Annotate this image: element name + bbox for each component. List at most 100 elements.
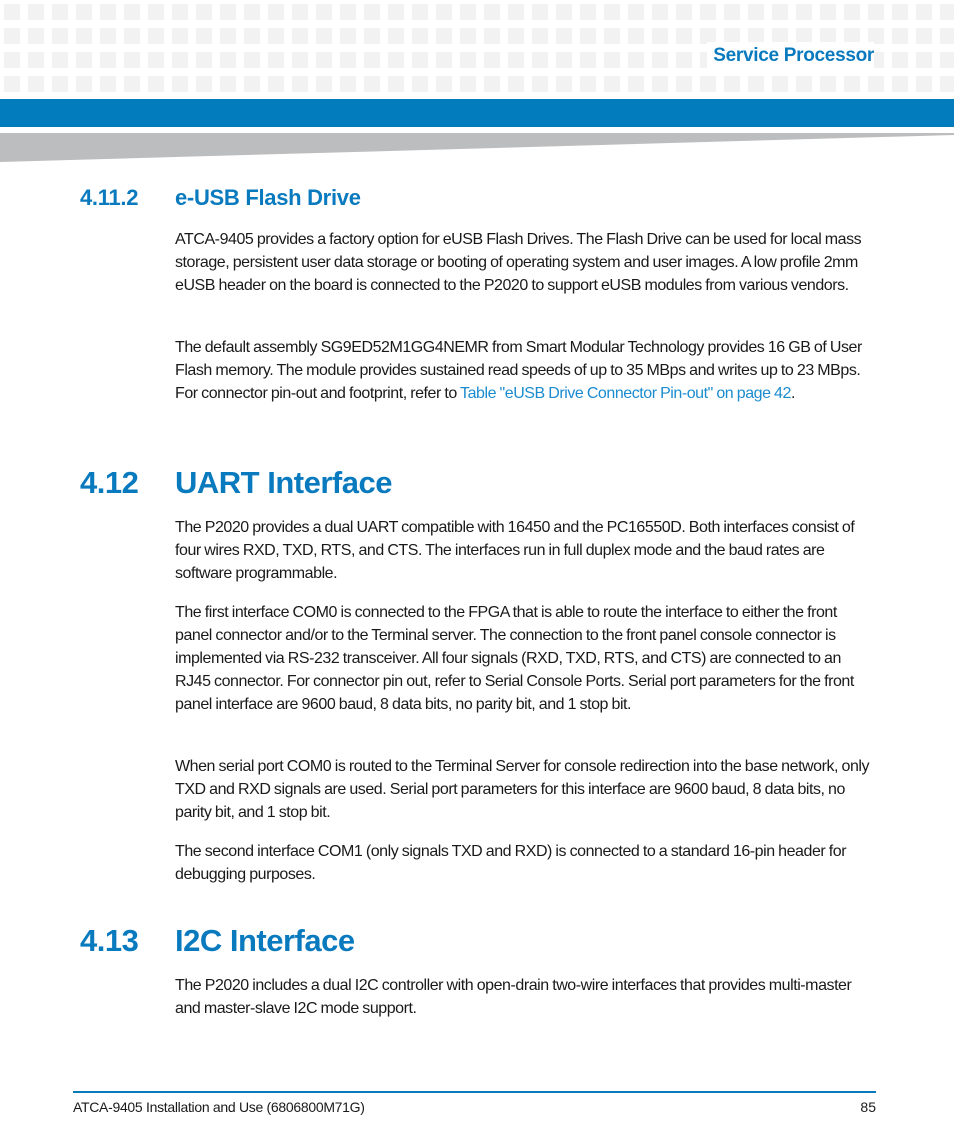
cross-reference-link[interactable]: Table "eUSB Drive Connector Pin-out" on …	[460, 385, 791, 402]
header-pattern-square	[916, 76, 932, 92]
header-pattern-square	[652, 76, 668, 92]
header-pattern-square	[916, 4, 932, 20]
header-pattern-square	[820, 76, 836, 92]
header-pattern-square	[124, 4, 140, 20]
header-pattern-square	[460, 52, 476, 68]
header-pattern-square	[388, 76, 404, 92]
header-pattern-square	[460, 4, 476, 20]
header-pattern-square	[484, 76, 500, 92]
header-pattern-square	[580, 28, 596, 44]
header-pattern-square	[628, 52, 644, 68]
header-pattern-square	[220, 28, 236, 44]
header-pattern-square	[244, 52, 260, 68]
section-heading-4-11-2: 4.11.2 e-USB Flash Drive	[0, 184, 954, 212]
header-pattern-square	[652, 52, 668, 68]
header-pattern-square	[508, 4, 524, 20]
header-pattern-square	[196, 52, 212, 68]
header-pattern-square	[676, 52, 692, 68]
header-pattern-square	[172, 52, 188, 68]
header-pattern-square	[772, 76, 788, 92]
header-pattern-square	[580, 76, 596, 92]
header-pattern-square	[796, 4, 812, 20]
header-pattern-square	[412, 28, 428, 44]
header-pattern-square	[76, 52, 92, 68]
header-pattern-square	[268, 76, 284, 92]
section-title: e-USB Flash Drive	[175, 185, 361, 210]
header-pattern-square	[148, 52, 164, 68]
header-pattern-square	[28, 4, 44, 20]
header-pattern-square	[244, 4, 260, 20]
header-pattern-square	[700, 4, 716, 20]
header-pattern-square	[484, 28, 500, 44]
header-pattern-square	[340, 52, 356, 68]
header-pattern-square	[220, 52, 236, 68]
header-pattern-square	[412, 76, 428, 92]
header-pattern-square	[436, 4, 452, 20]
header-pattern-square	[436, 28, 452, 44]
header-pattern-square	[532, 28, 548, 44]
header-pattern-square	[604, 76, 620, 92]
header-pattern-square	[556, 52, 572, 68]
header-pattern-square	[292, 28, 308, 44]
header-pattern-square	[844, 76, 860, 92]
header-pattern-square	[4, 76, 20, 92]
header-pattern-square	[148, 28, 164, 44]
header-pattern-square	[364, 28, 380, 44]
section-title: I2C Interface	[175, 923, 355, 958]
header-pattern-square	[196, 28, 212, 44]
paragraph: The first interface COM0 is connected to…	[175, 604, 854, 713]
header-pattern-square	[4, 28, 20, 44]
header-pattern-square	[412, 52, 428, 68]
header-pattern-square	[772, 4, 788, 20]
paragraph: When serial port COM0 is routed to the T…	[175, 758, 870, 821]
header-pattern-square	[460, 28, 476, 44]
section-number: 4.13	[80, 923, 139, 958]
header-pattern-square	[52, 52, 68, 68]
header-pattern-square	[364, 4, 380, 20]
page-number: 85	[860, 1099, 876, 1115]
header-pattern-square	[412, 4, 428, 20]
paragraph: The second interface COM1 (only signals …	[175, 843, 847, 883]
section-title: UART Interface	[175, 465, 392, 500]
header-pattern-square	[340, 4, 356, 20]
header-pattern-square	[52, 4, 68, 20]
header-pattern-square	[100, 4, 116, 20]
header-pattern-square	[172, 4, 188, 20]
header-pattern-square	[700, 76, 716, 92]
header-pattern-square	[604, 4, 620, 20]
header-pattern-square	[820, 4, 836, 20]
header-pattern-square	[940, 4, 954, 20]
header-pattern-square	[556, 4, 572, 20]
header-pattern-square	[4, 4, 20, 20]
header-pattern-square	[124, 28, 140, 44]
header-pattern-square	[940, 52, 954, 68]
header-pattern-square	[508, 76, 524, 92]
header-pattern-square	[292, 4, 308, 20]
footer-rule	[73, 1091, 876, 1093]
header-pattern-square	[436, 76, 452, 92]
header-pattern-square	[916, 52, 932, 68]
header-pattern-square	[388, 28, 404, 44]
header-pattern-square	[28, 76, 44, 92]
header-pattern-square	[52, 28, 68, 44]
header-pattern-square	[196, 76, 212, 92]
header-pattern-square	[676, 4, 692, 20]
header-pattern-square	[172, 76, 188, 92]
header-pattern-square	[244, 76, 260, 92]
header-pattern-square	[940, 76, 954, 92]
header-pattern-square	[460, 76, 476, 92]
header-pattern-square	[292, 76, 308, 92]
paragraph: The P2020 includes a dual I2C controller…	[175, 977, 852, 1017]
header-pattern-square	[868, 4, 884, 20]
header-pattern-square	[4, 52, 20, 68]
header-pattern-square	[676, 28, 692, 44]
header-pattern-square	[724, 4, 740, 20]
header-pattern-square	[556, 28, 572, 44]
header-pattern-square	[100, 76, 116, 92]
section-heading-4-13: 4.13 I2C Interface	[0, 922, 954, 960]
paragraph: ATCA-9405 provides a factory option for …	[175, 231, 862, 294]
header-pattern-square	[100, 28, 116, 44]
header-pattern-square	[76, 4, 92, 20]
header-pattern-square	[556, 76, 572, 92]
header-pattern-square	[316, 52, 332, 68]
